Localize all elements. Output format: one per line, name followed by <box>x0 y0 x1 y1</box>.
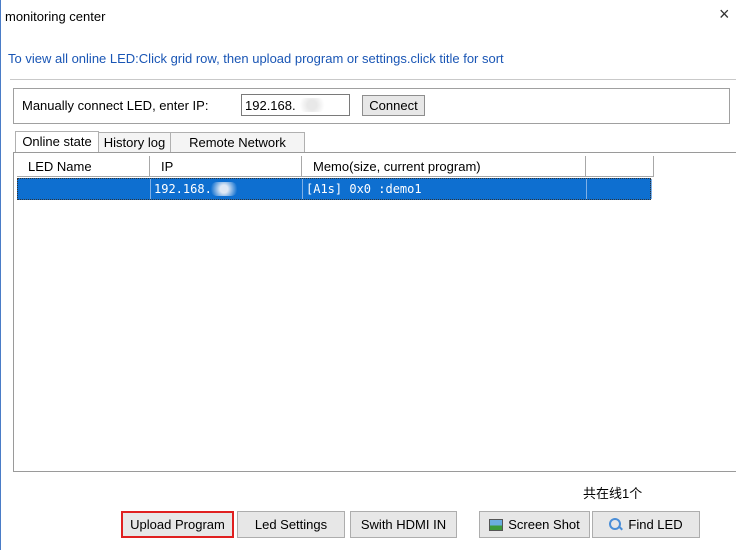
window-title: monitoring center <box>5 9 106 24</box>
tab-history-log[interactable]: History log <box>98 132 171 152</box>
tab-online-state[interactable]: Online state <box>15 131 99 153</box>
online-count: 共在线1个 <box>583 486 643 501</box>
screen-shot-button[interactable]: Screen Shot <box>479 511 590 538</box>
manual-connect-group: Manually connect LED, enter IP: Connect <box>13 88 730 124</box>
column-header-led-name[interactable]: LED Name <box>17 156 150 177</box>
redacted-ip-blur <box>210 182 238 196</box>
column-header-extra[interactable] <box>586 156 654 177</box>
close-icon[interactable]: × <box>719 5 730 23</box>
cell-extra <box>587 179 652 199</box>
upload-program-button[interactable]: Upload Program <box>121 511 234 538</box>
table-row[interactable]: 192.168. [A1s] 0x0 :demo1 <box>17 178 652 200</box>
ip-input[interactable] <box>241 94 350 116</box>
led-settings-button[interactable]: Led Settings <box>237 511 345 538</box>
divider <box>10 79 736 80</box>
redacted-ip-blur <box>298 98 326 112</box>
tab-remote-network[interactable]: Remote Network <box>170 132 305 152</box>
cell-ip: 192.168. <box>151 179 303 199</box>
online-grid: LED Name IP Memo(size, current program) … <box>13 152 736 472</box>
find-led-button[interactable]: Find LED <box>592 511 700 538</box>
picture-icon <box>489 519 504 531</box>
magnifier-icon <box>609 518 623 532</box>
instruction-hint: To view all online LED:Click grid row, t… <box>8 51 504 66</box>
cell-memo: [A1s] 0x0 :demo1 <box>303 179 587 199</box>
find-led-label: Find LED <box>628 517 683 532</box>
ip-label: Manually connect LED, enter IP: <box>22 98 209 113</box>
screen-shot-label: Screen Shot <box>508 517 580 532</box>
cell-ip-text: 192.168. <box>154 182 212 196</box>
connect-button[interactable]: Connect <box>362 95 425 116</box>
cell-led-name <box>18 179 151 199</box>
switch-hdmi-in-button[interactable]: Swith HDMI IN <box>350 511 457 538</box>
column-header-memo[interactable]: Memo(size, current program) <box>302 156 586 177</box>
column-header-ip[interactable]: IP <box>150 156 302 177</box>
